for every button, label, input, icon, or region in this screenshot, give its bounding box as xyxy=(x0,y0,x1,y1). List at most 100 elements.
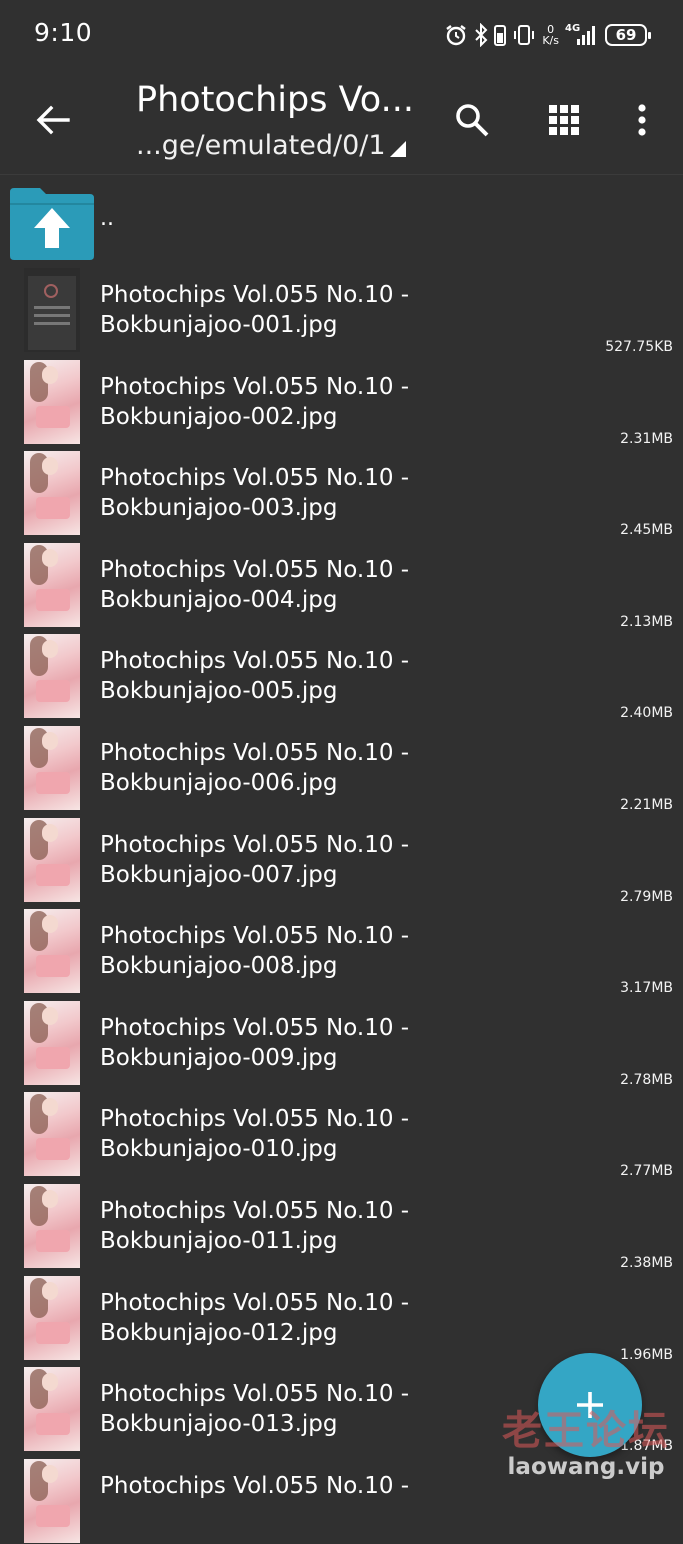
more-options-button[interactable] xyxy=(620,94,664,146)
status-time: 9:10 xyxy=(34,18,93,47)
file-name: Photochips Vol.055 No.10 - Bokbunjajoo-0… xyxy=(100,738,430,798)
file-size: 2.78MB xyxy=(620,1071,673,1088)
image-thumbnail xyxy=(24,359,80,444)
file-name-line2: Bokbunjajoo-009.jpg xyxy=(100,1044,338,1071)
list-item[interactable]: Photochips Vol.055 No.10 - Bokbunjajoo-0… xyxy=(0,537,683,630)
file-size: 2.40MB xyxy=(620,705,673,722)
file-size: 1.96MB xyxy=(620,1346,673,1363)
cell-signal: 4G xyxy=(565,23,599,47)
file-size: 2.45MB xyxy=(620,522,673,539)
list-item[interactable]: Photochips Vol.055 No.10 - Bokbunjajoo-0… xyxy=(0,628,683,722)
file-size: 3.17MB xyxy=(620,980,673,997)
signal-icon xyxy=(577,26,595,45)
file-name-line2: Bokbunjajoo-001.jpg xyxy=(100,312,338,338)
status-bar: 9:10 0 K/s 4G 69 xyxy=(0,0,683,66)
file-name-line1: Photochips Vol.055 No.10 - xyxy=(100,1197,410,1224)
file-name-line2: Bokbunjajoo-006.jpg xyxy=(100,769,338,796)
file-name-line1: Photochips Vol.055 No.10 - xyxy=(100,648,410,675)
parent-directory-row[interactable]: .. xyxy=(0,176,683,262)
image-thumbnail xyxy=(24,1183,80,1268)
file-size: 2.21MB xyxy=(620,796,673,813)
file-size: 2.13MB xyxy=(620,613,673,630)
file-name: Photochips Vol.055 No.10 - Bokbunjajoo-0… xyxy=(100,372,430,432)
search-button[interactable] xyxy=(446,94,498,146)
back-arrow-icon xyxy=(36,105,70,135)
file-name: Photochips Vol.055 No.10 - Bokbunjajoo-0… xyxy=(100,1379,430,1439)
grid-view-icon xyxy=(549,105,579,135)
file-name: Photochips Vol.055 No.10 - Bokbunjajoo-0… xyxy=(100,1196,430,1256)
file-name-line2: Bokbunjajoo-008.jpg xyxy=(100,953,338,980)
image-thumbnail xyxy=(24,634,80,719)
dropdown-triangle-icon xyxy=(389,141,406,157)
file-name-line1: Photochips Vol.055 No.10 - xyxy=(100,1289,410,1316)
file-name: Photochips Vol.055 No.10 - Bokbunjajoo-0… xyxy=(100,1104,430,1164)
file-size: 2.38MB xyxy=(620,1254,673,1271)
file-name: Photochips Vol.055 No.10 - Bokbunjajoo-0… xyxy=(100,555,430,615)
file-size: 2.79MB xyxy=(620,888,673,905)
image-thumbnail xyxy=(24,1275,80,1360)
file-name-line1: Photochips Vol.055 No.10 - xyxy=(100,831,410,858)
list-item[interactable]: Photochips Vol.055 No.10 - xyxy=(0,1453,683,1544)
list-item[interactable]: Photochips Vol.055 No.10 - Bokbunjajoo-0… xyxy=(0,445,683,539)
list-item[interactable]: Photochips Vol.055 No.10 - Bokbunjajoo-0… xyxy=(0,812,683,905)
file-size: 1.87MB xyxy=(620,1438,673,1455)
net-speed-unit: K/s xyxy=(542,34,559,47)
status-icons: 0 K/s 4G 69 xyxy=(444,18,651,52)
plus-icon xyxy=(577,1392,603,1418)
file-name: Photochips Vol.055 No.10 - Bokbunjajoo-0… xyxy=(100,463,430,523)
image-thumbnail xyxy=(24,542,80,627)
list-item[interactable]: Photochips Vol.055 No.10 - Bokbunjajoo-0… xyxy=(0,354,683,447)
image-thumbnail xyxy=(24,817,80,902)
back-button[interactable] xyxy=(22,94,84,146)
file-name-line1: Photochips Vol.055 No.10 - xyxy=(100,1381,410,1408)
file-name-line1: Photochips Vol.055 No.10 - xyxy=(100,373,410,400)
file-name-line1: Photochips Vol.055 No.10 - xyxy=(100,282,410,308)
file-name-line1: Photochips Vol.055 No.10 - xyxy=(100,1106,410,1133)
file-name-line1: Photochips Vol.055 No.10 - xyxy=(100,556,410,583)
add-fab-button[interactable] xyxy=(538,1353,642,1457)
folder-up-icon xyxy=(10,188,94,260)
file-name-line2: Bokbunjajoo-011.jpg xyxy=(100,1227,338,1254)
file-name-line2: Bokbunjajoo-004.jpg xyxy=(100,586,338,613)
list-item[interactable]: Photochips Vol.055 No.10 - Bokbunjajoo-0… xyxy=(0,720,683,813)
parent-directory-label: .. xyxy=(100,206,114,231)
folder-title: Photochips Vo... xyxy=(136,80,414,120)
image-thumbnail xyxy=(24,1000,80,1085)
file-name-line2: Bokbunjajoo-005.jpg xyxy=(100,678,338,705)
image-thumbnail xyxy=(24,1092,80,1177)
file-name: Photochips Vol.055 No.10 - Bokbunjajoo-0… xyxy=(100,280,430,340)
grid-view-button[interactable] xyxy=(538,94,590,146)
battery-indicator: 69 xyxy=(605,24,651,46)
image-thumbnail xyxy=(24,451,80,536)
file-name: Photochips Vol.055 No.10 - Bokbunjajoo-0… xyxy=(100,1013,430,1073)
file-name: Photochips Vol.055 No.10 - Bokbunjajoo-0… xyxy=(100,921,430,981)
file-size: 527.75KB xyxy=(605,339,673,355)
image-thumbnail xyxy=(24,725,80,810)
file-name-line2: Bokbunjajoo-007.jpg xyxy=(100,861,338,888)
list-item[interactable]: Photochips Vol.055 No.10 - Bokbunjajoo-0… xyxy=(0,1178,683,1271)
list-item[interactable]: Photochips Vol.055 No.10 - Bokbunjajoo-0… xyxy=(0,262,683,355)
battery-level: 69 xyxy=(615,26,637,44)
file-name: Photochips Vol.055 No.10 - Bokbunjajoo-0… xyxy=(100,830,430,890)
file-size: 2.77MB xyxy=(620,1163,673,1180)
file-size: 2.31MB xyxy=(620,430,673,447)
image-thumbnail xyxy=(24,1367,80,1452)
app-bar: Photochips Vo... ...ge/emulated/0/1 xyxy=(0,66,683,175)
list-item[interactable]: Photochips Vol.055 No.10 - Bokbunjajoo-0… xyxy=(0,903,683,997)
list-item[interactable]: Photochips Vol.055 No.10 - Bokbunjajoo-0… xyxy=(0,1270,683,1363)
file-name-line2: Bokbunjajoo-003.jpg xyxy=(100,495,338,522)
file-name-line1: Photochips Vol.055 No.10 - xyxy=(100,1014,410,1041)
file-name-line1: Photochips Vol.055 No.10 - xyxy=(100,923,410,950)
search-icon xyxy=(456,104,489,137)
list-item[interactable]: Photochips Vol.055 No.10 - Bokbunjajoo-0… xyxy=(0,1086,683,1180)
alarm-icon xyxy=(446,25,467,46)
list-item[interactable]: Photochips Vol.055 No.10 - Bokbunjajoo-0… xyxy=(0,995,683,1088)
file-name-line2: Bokbunjajoo-013.jpg xyxy=(100,1411,338,1438)
path-dropdown[interactable]: ...ge/emulated/0/1 xyxy=(136,130,406,161)
vibrate-icon xyxy=(514,25,535,45)
bluetooth-icon xyxy=(475,23,488,47)
image-thumbnail xyxy=(24,909,80,994)
file-name: Photochips Vol.055 No.10 - xyxy=(100,1471,430,1501)
file-name-line1: Photochips Vol.055 No.10 - xyxy=(100,739,410,766)
more-vert-icon xyxy=(638,104,646,136)
